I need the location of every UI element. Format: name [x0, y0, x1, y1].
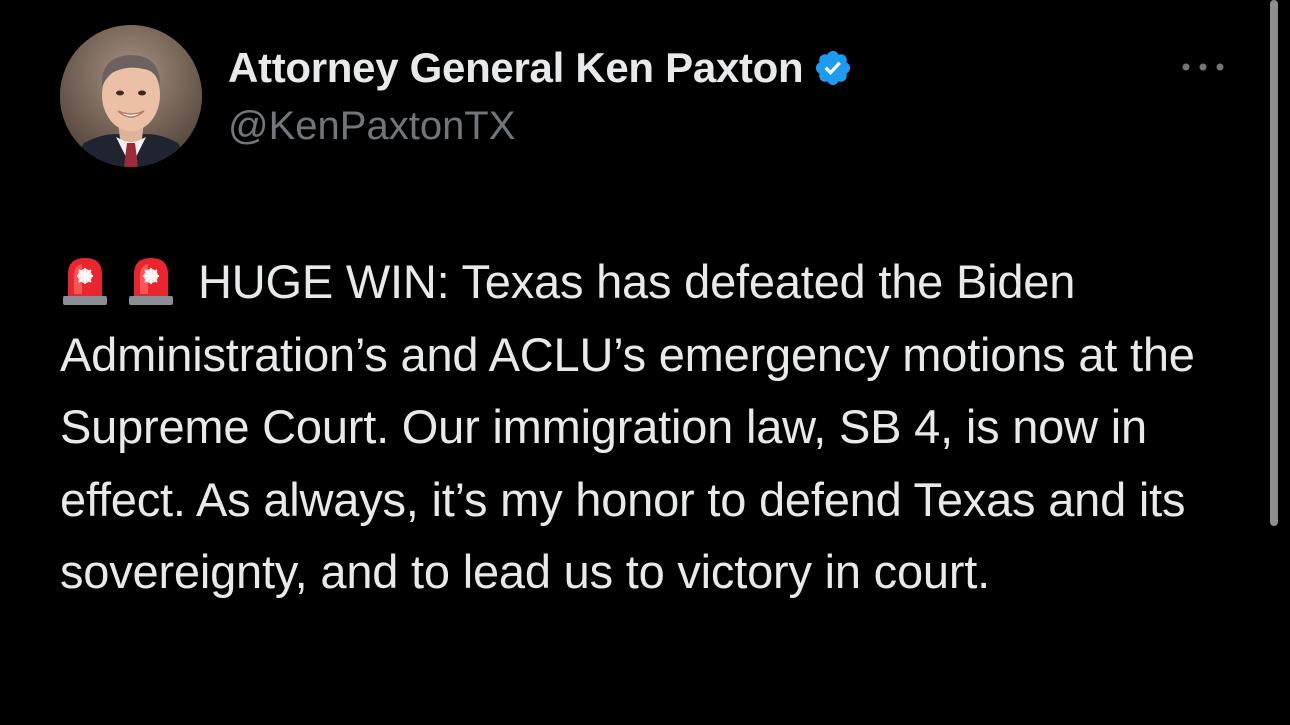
- tweet-body: HUGE WIN: Texas has defeated the Biden A…: [60, 246, 1250, 609]
- author-name-row: Attorney General Ken Paxton: [228, 40, 853, 96]
- tweet-text: HUGE WIN: Texas has defeated the Biden A…: [60, 255, 1195, 598]
- author-display-name[interactable]: Attorney General Ken Paxton: [228, 44, 804, 92]
- tweet-card: Attorney General Ken Paxton @KenPaxtonTX: [0, 0, 1290, 725]
- scrollbar[interactable]: [1270, 0, 1278, 526]
- more-horizontal-icon: [1182, 63, 1224, 71]
- verified-badge-icon[interactable]: [813, 48, 853, 88]
- author-handle[interactable]: @KenPaxtonTX: [228, 104, 515, 149]
- more-options-button[interactable]: [1178, 52, 1228, 82]
- profile-photo: [60, 25, 202, 167]
- police-car-light-icon: [60, 254, 110, 306]
- avatar[interactable]: [60, 25, 202, 167]
- police-car-light-icon: [126, 254, 176, 306]
